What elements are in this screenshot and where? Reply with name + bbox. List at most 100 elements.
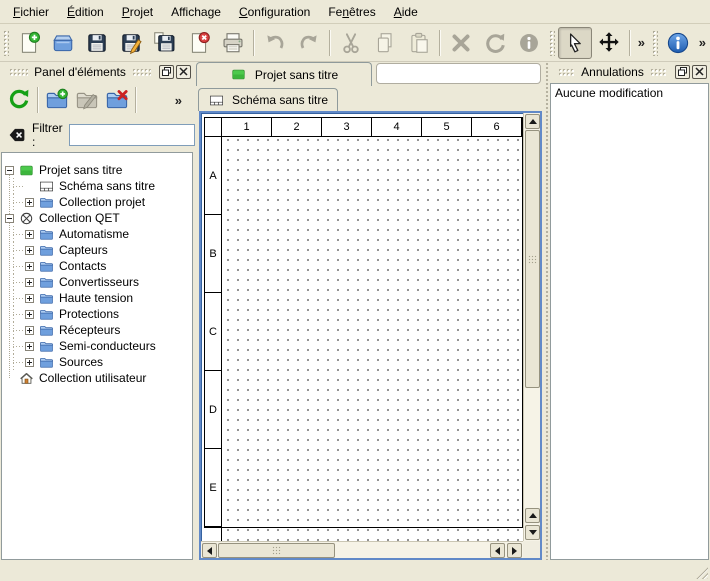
project-tab-label: Projet sans titre — [255, 68, 338, 82]
reload-collections-button[interactable] — [4, 85, 34, 115]
schema-icon — [208, 93, 225, 108]
toolbar-separator — [629, 30, 631, 56]
close-panel-button[interactable] — [176, 65, 191, 79]
scroll-left-button[interactable] — [202, 543, 217, 558]
tree-expander-minus[interactable] — [5, 214, 14, 223]
tree-expander-plus[interactable] — [25, 326, 34, 335]
close-file-button[interactable] — [182, 27, 216, 59]
tree-expander-plus[interactable] — [25, 198, 34, 207]
toolbar-handle[interactable] — [549, 30, 555, 56]
diagram-view[interactable]: 123456ABCDE — [199, 111, 542, 560]
undo-list-item[interactable]: Aucune modification — [551, 84, 708, 102]
tree-item-protections[interactable]: Protections — [2, 306, 192, 322]
menu-fenetres[interactable]: Fenêtres — [319, 2, 384, 22]
float-panel-button[interactable] — [159, 65, 174, 79]
toolbar-overflow-button[interactable]: » — [171, 93, 186, 108]
tree-item-semi-conducteurs[interactable]: Semi-conducteurs — [2, 338, 192, 354]
scroll-right-button[interactable] — [507, 543, 522, 558]
vertical-scrollbar[interactable] — [523, 113, 540, 541]
tree-item-label: Projet sans titre — [39, 163, 122, 177]
folder-icon — [39, 259, 54, 274]
new-document-button[interactable] — [12, 27, 46, 59]
elements-panel: Panel d'éléments » Filtrer : Projet sans… — [0, 62, 194, 560]
menu-affichage[interactable]: Affichage — [162, 2, 230, 22]
about-qet-button[interactable] — [661, 27, 695, 59]
resize-grip[interactable] — [695, 566, 708, 579]
move-tool-icon — [597, 31, 621, 55]
menu-edition[interactable]: Édition — [58, 2, 113, 22]
float-panel-button[interactable] — [675, 65, 690, 79]
panel-drag-texture[interactable] — [558, 68, 575, 76]
row-header-E: E — [205, 449, 222, 527]
toolbar-handle[interactable] — [652, 30, 658, 56]
filter-input[interactable] — [69, 124, 195, 146]
open-file-button[interactable] — [46, 27, 80, 59]
menu-aide[interactable]: Aide — [385, 2, 427, 22]
tree-item-convertisseurs[interactable]: Convertisseurs — [2, 274, 192, 290]
tree-item-collection-utilisateur[interactable]: Collection utilisateur — [2, 370, 192, 386]
print-button[interactable] — [216, 27, 250, 59]
open-file-icon — [51, 31, 75, 55]
tree-item-capteurs[interactable]: Capteurs — [2, 242, 192, 258]
menu-configuration[interactable]: Configuration — [230, 2, 319, 22]
tree-item-schema-sans-titre[interactable]: Schéma sans titre — [2, 178, 192, 194]
save-as-button[interactable] — [114, 27, 148, 59]
vertical-scroll-thumb[interactable] — [525, 130, 540, 388]
tree-item-collection-qet[interactable]: Collection QET — [2, 210, 192, 226]
save-button[interactable] — [80, 27, 114, 59]
menu-fichier[interactable]: Fichier — [4, 2, 58, 22]
tree-expander-plus[interactable] — [25, 310, 34, 319]
tree-item-projet-sans-titre[interactable]: Projet sans titre — [2, 162, 192, 178]
horizontal-scrollbar[interactable] — [201, 541, 523, 558]
tree-item-automatisme[interactable]: Automatisme — [2, 226, 192, 242]
diagram-canvas[interactable]: 123456ABCDE — [201, 113, 540, 558]
save-all-icon — [153, 31, 177, 55]
tree-item-label: Convertisseurs — [59, 275, 139, 289]
tree-item-haute-tension[interactable]: Haute tension — [2, 290, 192, 306]
tree-expander-plus[interactable] — [25, 246, 34, 255]
tree-item-label: Contacts — [59, 259, 106, 273]
tree-item-collection-projet[interactable]: Collection projet — [2, 194, 192, 210]
tree-expander-plus[interactable] — [25, 294, 34, 303]
scroll-up-button-2[interactable] — [525, 508, 540, 523]
tree-item-contacts[interactable]: Contacts — [2, 258, 192, 274]
move-tool-button[interactable] — [592, 27, 626, 59]
horizontal-scroll-thumb[interactable] — [218, 543, 335, 558]
redo-button — [292, 27, 326, 59]
tree-expander-plus[interactable] — [25, 230, 34, 239]
clear-filter-icon[interactable] — [8, 126, 26, 144]
save-all-button[interactable] — [148, 27, 182, 59]
close-panel-button[interactable] — [692, 65, 707, 79]
tree-item-label: Protections — [59, 307, 119, 321]
panel-drag-texture[interactable] — [9, 68, 28, 76]
new-category-button[interactable] — [42, 85, 72, 115]
panel-drag-texture[interactable] — [132, 68, 151, 76]
folder-icon — [39, 355, 54, 370]
folder-icon — [39, 195, 54, 210]
tree-expander-plus[interactable] — [25, 342, 34, 351]
tree-item-recepteurs[interactable]: Récepteurs — [2, 322, 192, 338]
menu-projet[interactable]: Projet — [113, 2, 162, 22]
toolbar-overflow-button[interactable]: » — [634, 35, 649, 50]
tree-item-sources[interactable]: Sources — [2, 354, 192, 370]
tree-expander-minus[interactable] — [5, 166, 14, 175]
tree-expander-plus[interactable] — [25, 358, 34, 367]
scroll-left-button-2[interactable] — [490, 543, 505, 558]
toolbar-handle[interactable] — [3, 30, 9, 56]
tree-expander-plus[interactable] — [25, 278, 34, 287]
tree-item-label: Collection QET — [39, 211, 120, 225]
tree-expander-plus[interactable] — [25, 262, 34, 271]
toolbar-separator — [37, 87, 39, 113]
toolbar-overflow-button[interactable]: » — [695, 35, 710, 50]
folder-icon — [39, 275, 54, 290]
arrow-down-icon — [529, 530, 537, 535]
select-tool-button[interactable] — [558, 27, 592, 59]
delete-category-button[interactable] — [102, 85, 132, 115]
project-tab[interactable]: Projet sans titre — [196, 62, 372, 86]
new-document-icon — [17, 31, 41, 55]
scroll-up-button[interactable] — [525, 114, 540, 129]
panel-drag-texture[interactable] — [650, 68, 667, 76]
scroll-down-button[interactable] — [525, 525, 540, 540]
arrow-left-icon — [495, 547, 500, 555]
schema-tab[interactable]: Schéma sans titre — [198, 88, 338, 111]
